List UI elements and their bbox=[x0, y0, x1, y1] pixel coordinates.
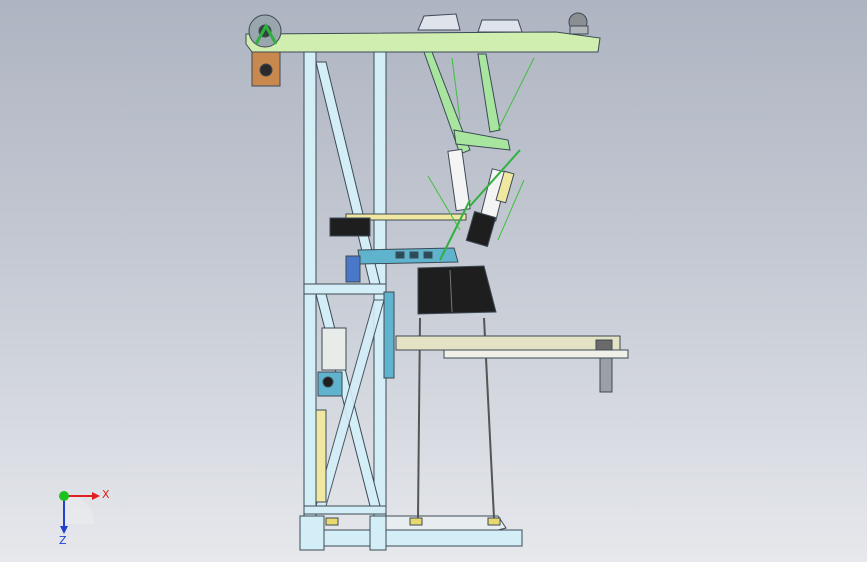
x-axis-label: X bbox=[102, 488, 110, 501]
seat-block bbox=[417, 265, 497, 315]
cad-viewport[interactable] bbox=[0, 0, 867, 562]
top-plate bbox=[245, 31, 601, 53]
top-bracket-1 bbox=[417, 13, 461, 31]
z-axis-label: Z bbox=[59, 534, 67, 544]
frame-column-left bbox=[303, 51, 317, 549]
base-beam bbox=[303, 529, 523, 547]
motor-cylinder bbox=[321, 327, 347, 371]
axis-triad: X Z bbox=[59, 488, 110, 544]
y-axis-dot bbox=[59, 491, 69, 501]
worktable-top bbox=[395, 335, 621, 351]
assembly-model bbox=[245, 12, 629, 551]
actuator-left bbox=[447, 148, 471, 212]
table-leg bbox=[599, 357, 613, 393]
top-bracket-2 bbox=[477, 19, 523, 33]
green-link-right bbox=[477, 53, 501, 133]
